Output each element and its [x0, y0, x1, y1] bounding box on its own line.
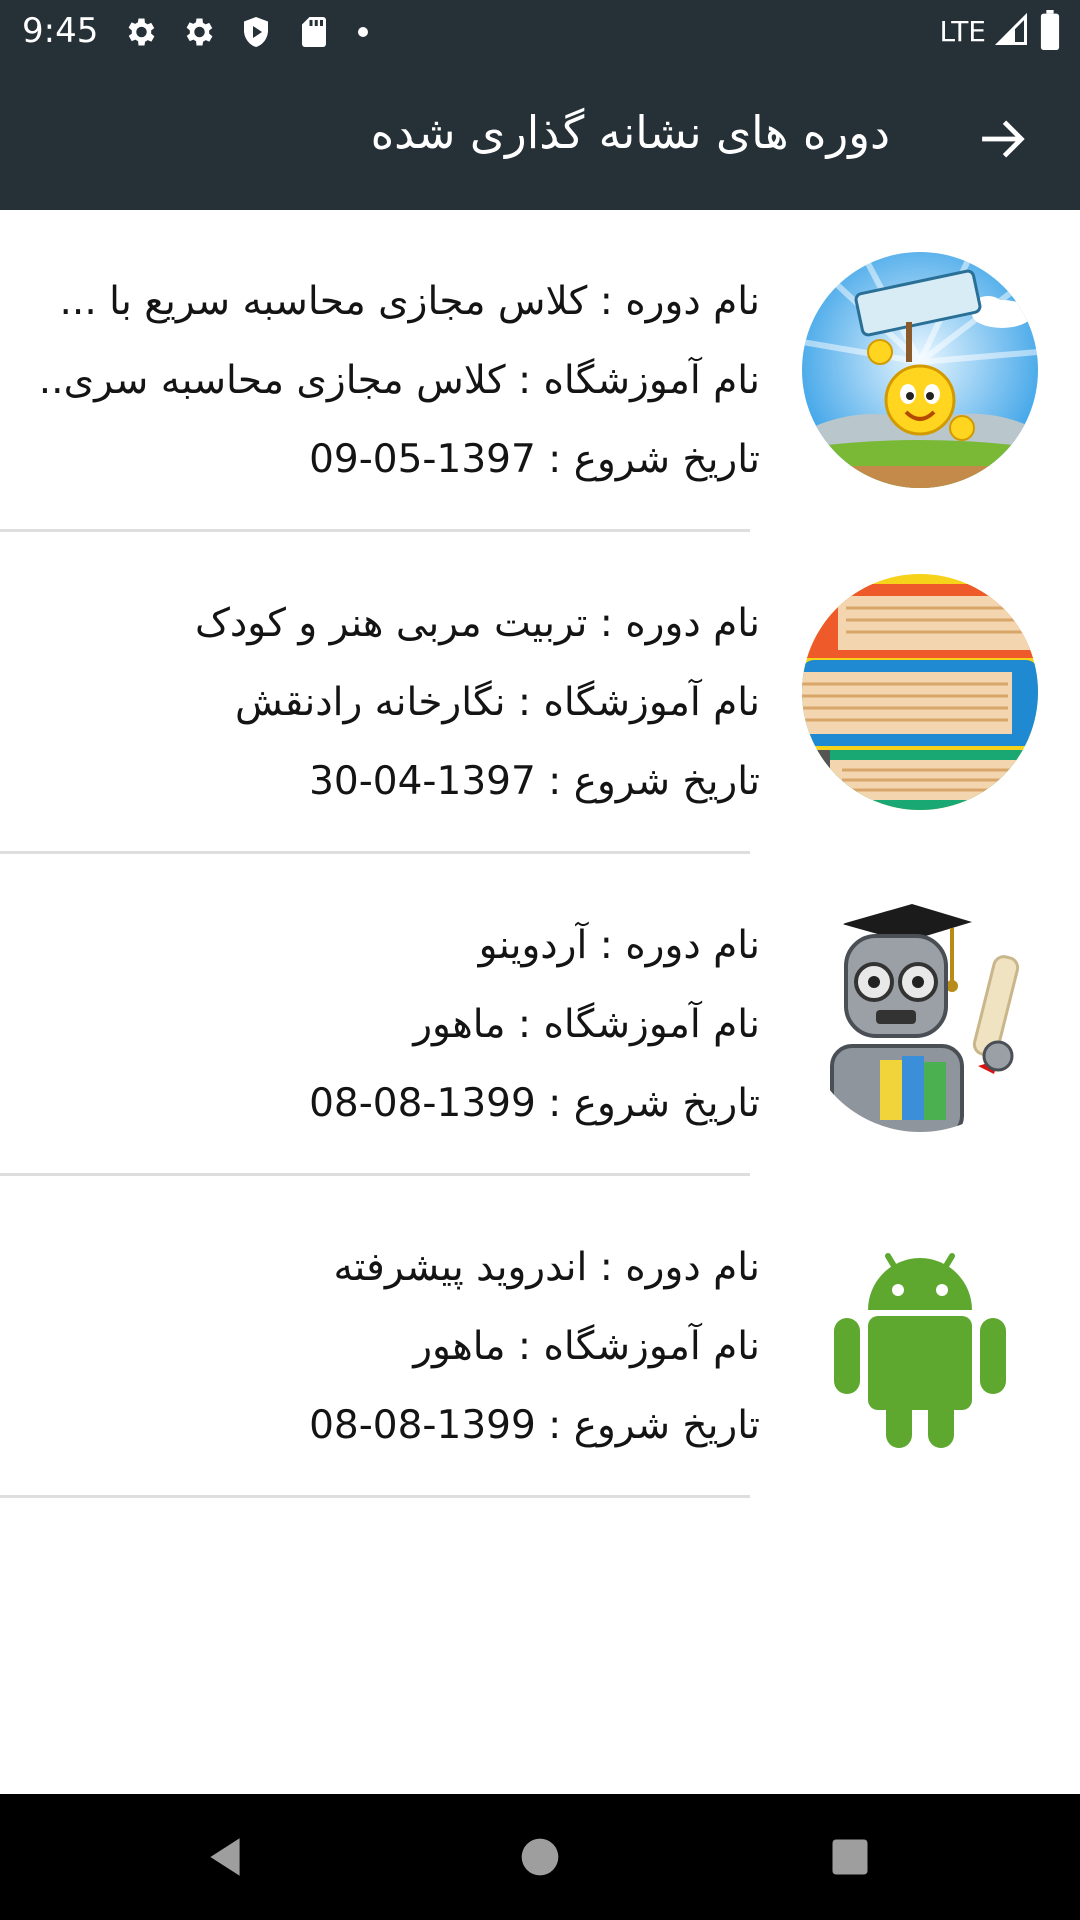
- system-status-icons: LTE: [939, 10, 1062, 54]
- start-date: تاریخ شروع : 1399-08-08: [309, 1081, 760, 1126]
- course-name: نام دوره : اندروید پیشرفته: [333, 1245, 761, 1290]
- list-item[interactable]: نام دوره : اندروید پیشرفته نام آموزشگاه …: [0, 1176, 1080, 1498]
- battery-icon: [1038, 10, 1062, 54]
- status-bar: 9:45 LTE: [0, 0, 1080, 63]
- course-info: نام دوره : آردوینو نام آموزشگاه : ماهور …: [30, 906, 760, 1143]
- arrow-right-icon: [982, 120, 1025, 158]
- bookmarked-course-list: نام دوره : کلاس مجازی محاسبه سریع با ...…: [0, 210, 1080, 1498]
- shield-icon: [238, 14, 274, 50]
- course-info: نام دوره : کلاس مجازی محاسبه سریع با ...…: [30, 262, 760, 499]
- start-date: تاریخ شروع : 1399-08-08: [309, 1403, 760, 1448]
- nav-recents-button[interactable]: [815, 1822, 885, 1892]
- network-type: LTE: [939, 15, 986, 48]
- signal-icon: [994, 12, 1030, 52]
- divider: [0, 1495, 750, 1498]
- course-name: نام دوره : آردوینو: [478, 923, 760, 968]
- navigation-bar: [0, 1794, 1080, 1920]
- course-name: نام دوره : تربیت مربی هنر و کودک: [194, 601, 760, 646]
- android-icon: [802, 1218, 1038, 1454]
- gear-icon: [180, 14, 216, 50]
- calculation-station-icon: [802, 252, 1038, 488]
- course-info: نام دوره : تربیت مربی هنر و کودک نام آمو…: [30, 584, 760, 821]
- page-title: دوره های نشانه گذاری شده: [370, 106, 890, 159]
- dot-icon: [358, 27, 368, 37]
- institute-name: نام آموزشگاه : کلاس مجازی محاسبه سری..: [38, 358, 760, 403]
- list-item[interactable]: نام دوره : آردوینو نام آموزشگاه : ماهور …: [0, 854, 1080, 1176]
- start-date: تاریخ شروع : 1397-04-30: [309, 759, 760, 804]
- graduate-robot-icon: [802, 896, 1038, 1132]
- gear-icon: [122, 14, 158, 50]
- institute-name: نام آموزشگاه : ماهور: [413, 1324, 760, 1369]
- nav-back-button[interactable]: [190, 1822, 260, 1892]
- institute-name: نام آموزشگاه : ماهور: [413, 1002, 760, 1047]
- course-info: نام دوره : اندروید پیشرفته نام آموزشگاه …: [30, 1228, 760, 1465]
- book-stack-icon: [802, 574, 1038, 810]
- course-name: نام دوره : کلاس مجازی محاسبه سریع با ...: [59, 279, 760, 324]
- status-time: 9:45: [22, 11, 99, 51]
- nav-back-icon: [210, 1838, 240, 1876]
- list-item[interactable]: نام دوره : تربیت مربی هنر و کودک نام آمو…: [0, 532, 1080, 854]
- back-button[interactable]: [968, 103, 1040, 175]
- nav-recents-icon: [832, 1839, 868, 1875]
- nav-home-button[interactable]: [505, 1822, 575, 1892]
- list-item[interactable]: نام دوره : کلاس مجازی محاسبه سریع با ...…: [0, 210, 1080, 532]
- sd-card-icon: [296, 14, 332, 50]
- start-date: تاریخ شروع : 1397-05-09: [309, 437, 760, 482]
- app-bar: دوره های نشانه گذاری شده: [0, 63, 1080, 210]
- notification-icons: [122, 14, 390, 50]
- nav-home-icon: [521, 1838, 559, 1876]
- institute-name: نام آموزشگاه : نگارخانه رادنقش: [234, 680, 760, 725]
